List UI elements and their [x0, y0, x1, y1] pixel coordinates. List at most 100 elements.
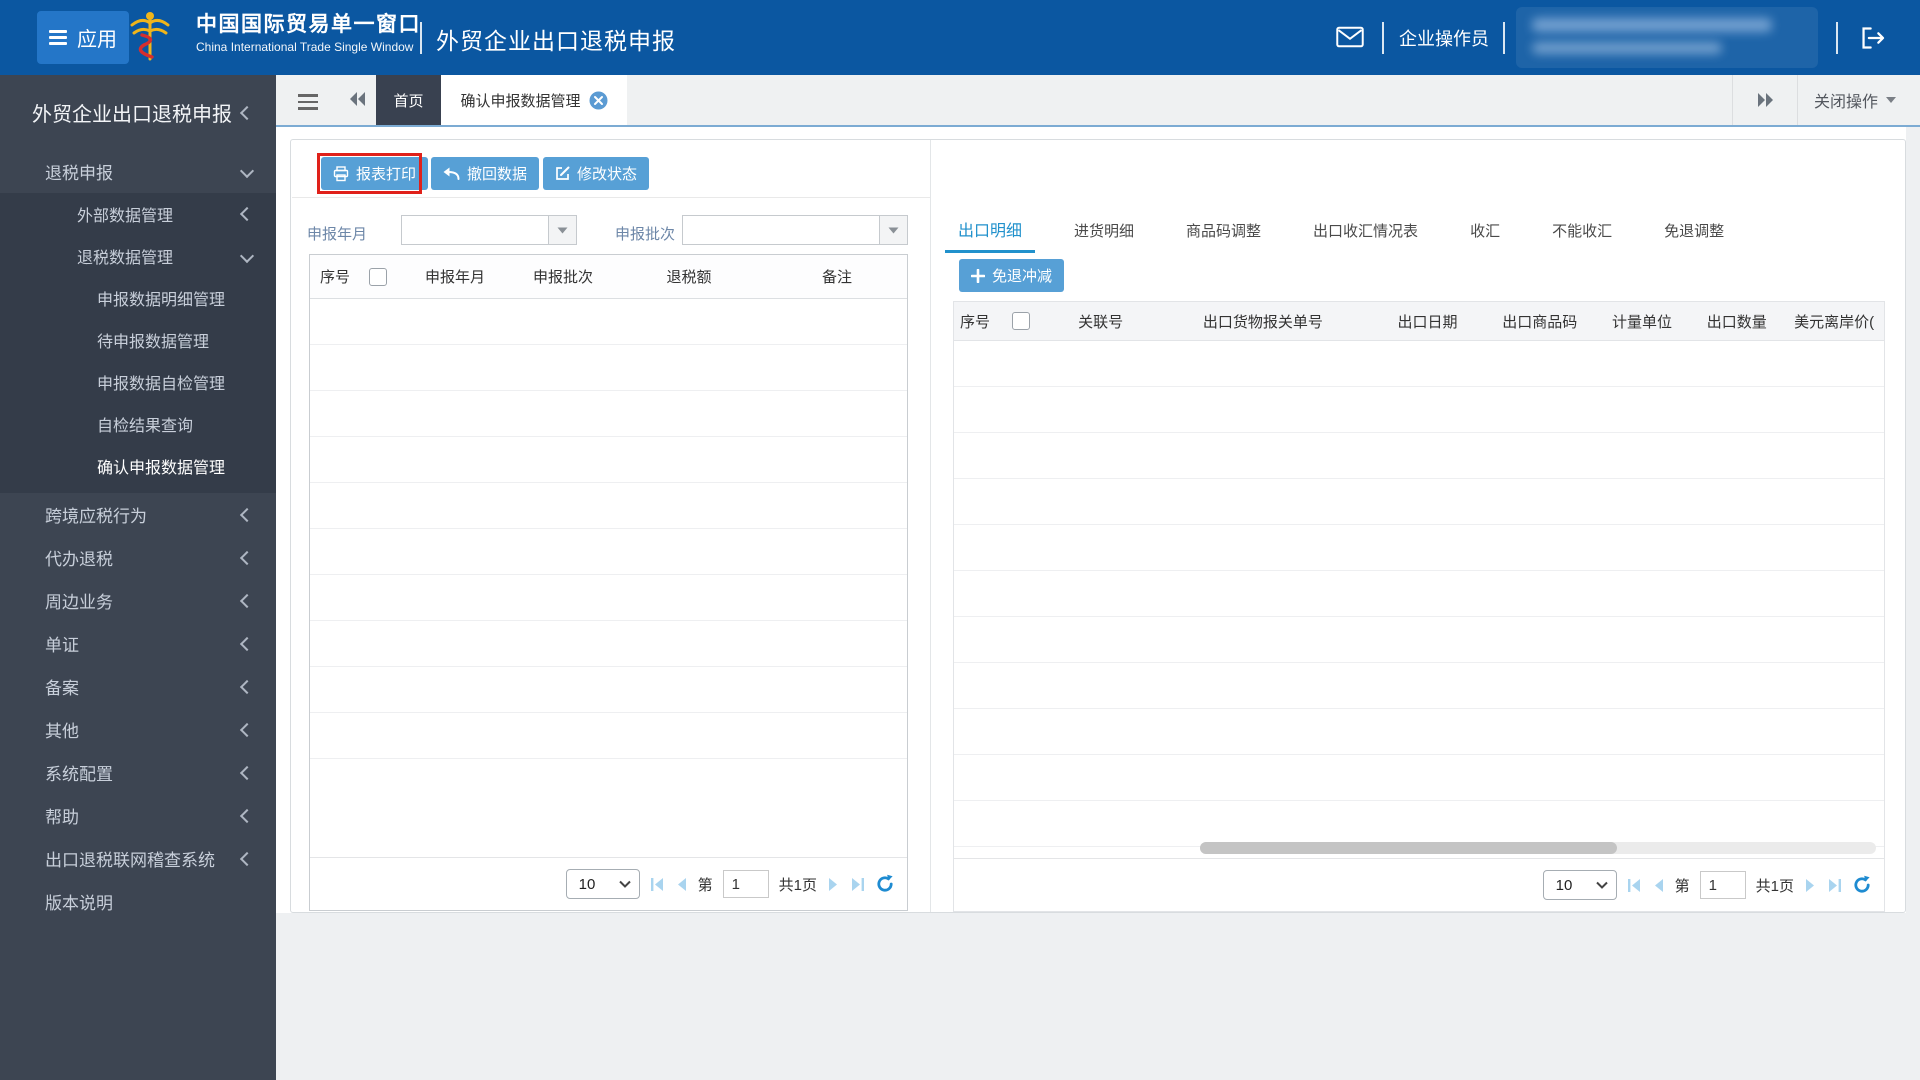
declare-year-month-label: 申报年月: [307, 226, 368, 243]
first-page-icon[interactable]: [1627, 878, 1643, 893]
refresh-icon[interactable]: [1852, 875, 1872, 895]
page-size-select[interactable]: 10: [565, 869, 640, 899]
sidebar-item-label: 自检结果查询: [97, 418, 194, 435]
tab-exempt-refund-adjust[interactable]: 免退调整: [1651, 220, 1737, 253]
table-row: [954, 479, 1884, 525]
tab-home[interactable]: 首页: [376, 75, 441, 125]
page-size-select[interactable]: 10: [1542, 870, 1617, 900]
tab-forex-not-received[interactable]: 不能收汇: [1539, 220, 1625, 253]
tab-export-forex-report[interactable]: 出口收汇情况表: [1300, 220, 1431, 253]
table-row: [954, 755, 1884, 801]
confirm-declare-portlet: 报表打印 撤回数据 修改状态 申报年月 申报批次 序号 申报年月 申报批次 退税…: [290, 139, 1906, 913]
prev-page-icon[interactable]: [1653, 878, 1665, 893]
tabs-scroll-left-icon[interactable]: [348, 91, 368, 112]
col-export-date: 出口日期: [1397, 313, 1458, 331]
right-table-pagination: 10 第 共1页: [954, 858, 1884, 911]
sidebar-item-label: 退税数据管理: [77, 250, 174, 267]
table-header-row: 序号 关联号 出口货物报关单号 出口日期 出口商品码 计量单位 出口数量 美元离…: [954, 302, 1884, 341]
declare-batch-input[interactable]: [683, 216, 879, 244]
col-seq: 序号: [319, 269, 350, 286]
logout-icon[interactable]: [1858, 25, 1888, 56]
sidebar-item-filing[interactable]: 备案: [0, 665, 276, 708]
sidebar-item-pending-declare-mgmt[interactable]: 待申报数据管理: [0, 319, 276, 361]
table-row: [954, 433, 1884, 479]
exempt-refund-offset-button[interactable]: 免退冲减: [959, 259, 1065, 292]
sidebar-item-refund-data-mgmt[interactable]: 退税数据管理: [0, 235, 276, 277]
tab-close-icon[interactable]: [589, 91, 608, 110]
combo-dropdown-icon[interactable]: [879, 216, 907, 244]
sidebar-item-tax-refund-declare[interactable]: 退税申报: [0, 150, 276, 193]
declare-year-month-combobox[interactable]: [401, 215, 577, 245]
sidebar-item-version-notes[interactable]: 版本说明: [0, 880, 276, 923]
print-report-button[interactable]: 报表打印: [321, 157, 429, 190]
sidebar-item-self-check-result[interactable]: 自检结果查询: [0, 403, 276, 445]
sidebar-item-label: 单证: [45, 636, 79, 655]
sidebar-item-external-data[interactable]: 外部数据管理: [0, 193, 276, 235]
combo-dropdown-icon[interactable]: [548, 216, 576, 244]
page-prefix-label: 第: [697, 876, 713, 894]
last-page-icon[interactable]: [1826, 878, 1842, 893]
prev-page-icon[interactable]: [676, 877, 688, 892]
sidebar-item-other[interactable]: 其他: [0, 708, 276, 751]
sidebar-item-label: 周边业务: [45, 593, 113, 612]
tab-confirm-declare-data[interactable]: 确认申报数据管理: [441, 75, 627, 125]
sidebar-item-online-audit-system[interactable]: 出口退税联网稽查系统: [0, 837, 276, 880]
declare-batch-table: 序号 申报年月 申报批次 退税额 备注 10 第 1 共1页: [309, 254, 908, 911]
close-operations-dropdown[interactable]: 关闭操作: [1796, 75, 1920, 125]
content-area: 报表打印 撤回数据 修改状态 申报年月 申报批次 序号 申报年月 申报批次 退税…: [276, 127, 1920, 1080]
sidebar-item-crossborder-tax[interactable]: 跨境应税行为: [0, 493, 276, 536]
horizontal-scrollbar[interactable]: [1200, 842, 1876, 854]
tab-export-detail[interactable]: 出口明细: [945, 217, 1036, 253]
chevron-left-icon: [239, 808, 255, 823]
tab-purchase-detail[interactable]: 进货明细: [1061, 220, 1147, 253]
button-label: 报表打印: [356, 166, 417, 183]
horizontal-scrollbar-thumb[interactable]: [1200, 842, 1617, 854]
last-page-icon[interactable]: [849, 877, 865, 892]
plus-icon: [971, 268, 985, 283]
table-row: [954, 387, 1884, 433]
table-row: [954, 571, 1884, 617]
select-all-checkbox[interactable]: [1011, 312, 1030, 330]
table-row: [310, 299, 907, 345]
tab-forex-received[interactable]: 收汇: [1457, 220, 1513, 253]
chevron-left-icon: [239, 593, 255, 608]
tab-list-menu-icon[interactable]: [298, 90, 318, 114]
next-page-icon[interactable]: [1804, 878, 1816, 893]
tabs-scroll-right-icon[interactable]: [1731, 75, 1797, 125]
tab-commodity-code-adjust[interactable]: 商品码调整: [1173, 220, 1274, 253]
sidebar-item-agent-refund[interactable]: 代办退税: [0, 536, 276, 579]
header-separator: [420, 22, 422, 54]
page-total-label: 共1页: [778, 876, 817, 894]
sidebar-item-documents[interactable]: 单证: [0, 622, 276, 665]
table-row: [310, 667, 907, 713]
button-label: 免退冲减: [992, 268, 1053, 285]
edit-icon: [556, 166, 570, 180]
chevron-left-icon: [239, 851, 255, 866]
chevron-left-icon: [239, 507, 255, 522]
sidebar-item-label: 申报数据自检管理: [97, 376, 226, 393]
first-page-icon[interactable]: [650, 877, 666, 892]
sidebar-item-system-config[interactable]: 系统配置: [0, 751, 276, 794]
page-number-input[interactable]: [722, 870, 769, 898]
next-page-icon[interactable]: [827, 877, 839, 892]
refresh-icon[interactable]: [875, 874, 895, 894]
declare-batch-combobox[interactable]: [682, 215, 908, 245]
select-all-checkbox[interactable]: [368, 267, 387, 286]
app-menu-button[interactable]: 应用: [37, 11, 129, 64]
sidebar-item-self-check-mgmt[interactable]: 申报数据自检管理: [0, 361, 276, 403]
sidebar-item-help[interactable]: 帮助: [0, 794, 276, 837]
withdraw-data-button[interactable]: 撤回数据: [431, 157, 540, 190]
mail-icon[interactable]: [1336, 26, 1364, 53]
sidebar-submenu: 外部数据管理 退税数据管理 申报数据明细管理 待申报数据管理 申报数据自检管理 …: [0, 193, 276, 493]
sidebar-item-declare-detail-mgmt[interactable]: 申报数据明细管理: [0, 277, 276, 319]
page-number-input[interactable]: [1699, 871, 1746, 899]
app-button-label: 应用: [77, 29, 117, 51]
sidebar-item-label: 帮助: [45, 808, 79, 827]
sidebar-item-peripheral-business[interactable]: 周边业务: [0, 579, 276, 622]
sidebar-item-label: 外部数据管理: [77, 208, 174, 225]
table-row: [954, 525, 1884, 571]
sidebar-item-confirm-declare-mgmt[interactable]: 确认申报数据管理: [0, 445, 276, 487]
modify-status-button[interactable]: 修改状态: [543, 157, 650, 190]
sidebar-item-root[interactable]: 外贸企业出口退税申报: [0, 75, 276, 150]
declare-year-month-input[interactable]: [402, 216, 548, 244]
